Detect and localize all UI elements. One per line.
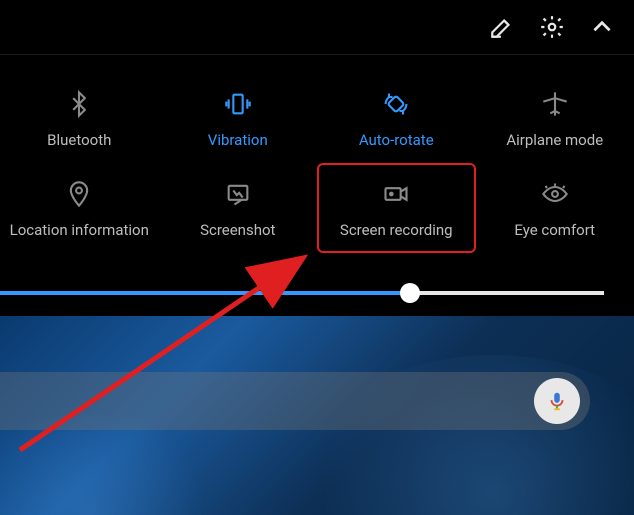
tile-label: Auto-rotate xyxy=(359,131,434,149)
tile-vibration[interactable]: Vibration xyxy=(159,73,318,163)
tile-location[interactable]: Location information xyxy=(0,163,159,253)
tile-label: Bluetooth xyxy=(47,131,111,149)
auto-rotate-icon xyxy=(379,87,413,121)
brightness-slider[interactable] xyxy=(0,273,634,313)
eye-comfort-icon xyxy=(538,177,572,211)
mic-icon xyxy=(546,390,568,412)
tile-screenshot[interactable]: Screenshot xyxy=(159,163,318,253)
search-bar[interactable] xyxy=(0,372,590,430)
slider-fill xyxy=(0,291,410,295)
mic-button[interactable] xyxy=(534,378,580,424)
top-bar xyxy=(0,0,634,55)
collapse-icon[interactable] xyxy=(588,13,616,41)
bluetooth-icon xyxy=(62,87,96,121)
tile-label: Vibration xyxy=(208,131,268,149)
tile-label: Eye comfort xyxy=(514,221,595,239)
tile-bluetooth[interactable]: Bluetooth xyxy=(0,73,159,163)
settings-icon[interactable] xyxy=(538,13,566,41)
tile-label: Airplane mode xyxy=(506,131,603,149)
vibration-icon xyxy=(221,87,255,121)
slider-thumb[interactable] xyxy=(400,283,420,303)
tile-label: Screen recording xyxy=(340,221,453,239)
tile-label: Location information xyxy=(10,221,149,239)
screen-recording-icon xyxy=(379,177,413,211)
tile-airplane-mode[interactable]: Airplane mode xyxy=(476,73,634,163)
tile-screen-recording[interactable]: Screen recording xyxy=(317,163,476,253)
edit-icon[interactable] xyxy=(488,13,516,41)
airplane-icon xyxy=(538,87,572,121)
location-icon xyxy=(62,177,96,211)
tile-label: Screenshot xyxy=(200,221,275,239)
quick-settings-grid: Bluetooth Vibration Auto-rotate Airplane… xyxy=(0,55,634,263)
tile-auto-rotate[interactable]: Auto-rotate xyxy=(317,73,476,163)
tile-eye-comfort[interactable]: Eye comfort xyxy=(476,163,634,253)
screenshot-icon xyxy=(221,177,255,211)
